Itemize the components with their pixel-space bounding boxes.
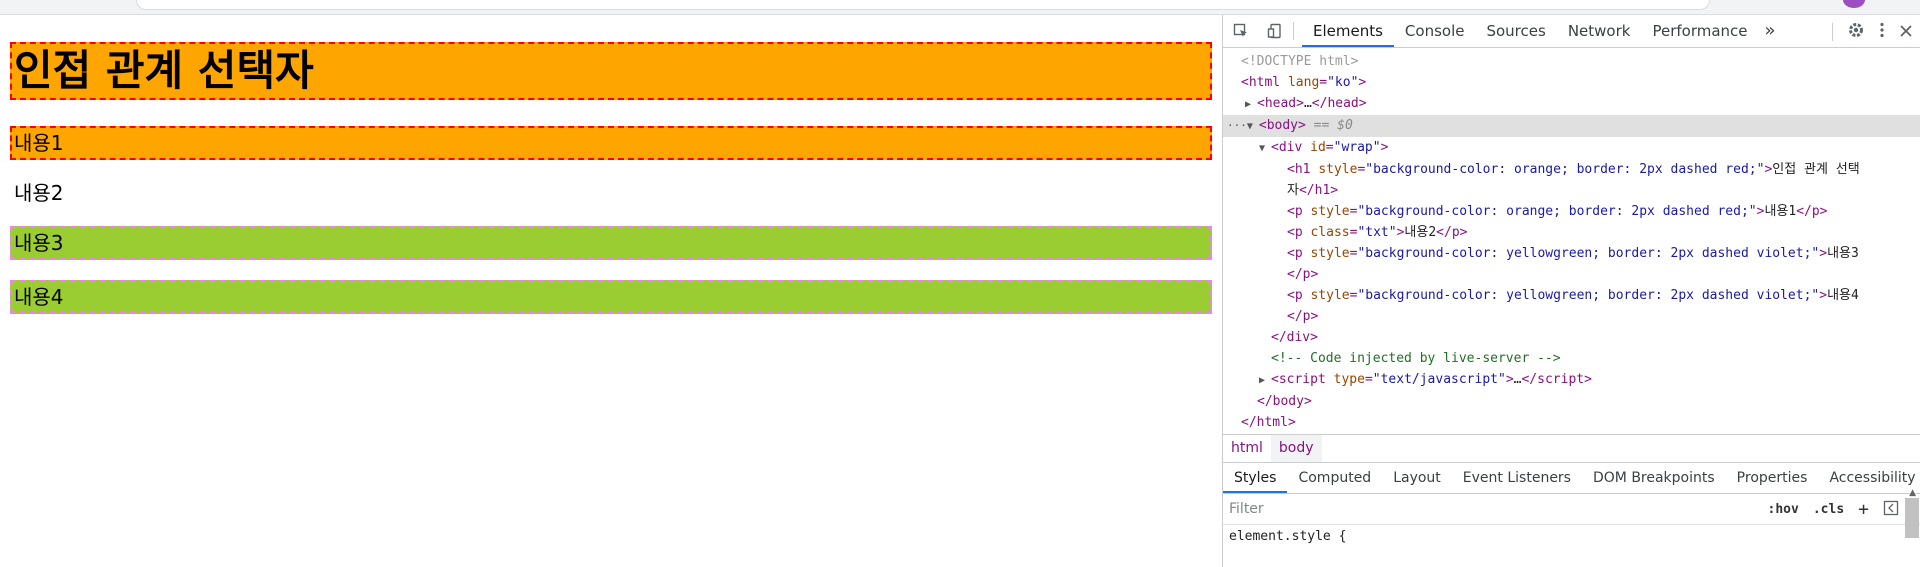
- p2-text: 내용2: [1404, 225, 1437, 240]
- styles-pane: element.style {: [1223, 525, 1920, 548]
- tab-performance[interactable]: Performance: [1641, 15, 1758, 47]
- tab-sources[interactable]: Sources: [1475, 15, 1556, 47]
- tab-network[interactable]: Network: [1557, 15, 1642, 47]
- styles-filter-input[interactable]: [1227, 496, 1731, 522]
- dom-line-doctype[interactable]: <!DOCTYPE html>: [1223, 51, 1920, 72]
- collapse-arrow-icon[interactable]: ▼: [1259, 138, 1271, 159]
- dom-line-body-close[interactable]: </body>: [1223, 391, 1920, 412]
- address-bar[interactable]: [136, 0, 1710, 10]
- p3-style-value: "background-color: yellowgreen; border: …: [1357, 246, 1820, 261]
- div-id-value: "wrap": [1333, 140, 1381, 155]
- actions-divider: [1832, 23, 1833, 41]
- tab-computed[interactable]: Computed: [1287, 463, 1382, 493]
- row-actions-ellipsis-icon[interactable]: ···: [1227, 119, 1247, 132]
- tab-dom-breakpoints[interactable]: DOM Breakpoints: [1582, 463, 1726, 493]
- dom-line-script[interactable]: ▶ <script type="text/javascript">…</scrip…: [1223, 369, 1920, 391]
- paragraph-4: 내용4: [10, 280, 1212, 314]
- browser-toolbar: [0, 0, 1920, 15]
- cls-toggle[interactable]: .cls: [1813, 502, 1844, 517]
- body-tag: body: [1266, 118, 1299, 133]
- paragraph-3: 내용3: [10, 226, 1212, 260]
- dom-line-h1[interactable]: <h1 style="background-color: orange; bor…: [1223, 159, 1920, 180]
- dom-line-p4-close[interactable]: </p>: [1223, 306, 1920, 327]
- toolbar-divider: [1293, 22, 1294, 40]
- script-type-value: "text/javascript": [1372, 372, 1506, 387]
- profile-avatar[interactable]: [1843, 0, 1865, 8]
- html-lang-value: "ko": [1327, 75, 1359, 90]
- doctype-text: <!DOCTYPE html>: [1241, 54, 1359, 69]
- filter-tools: :hov .cls +: [1768, 499, 1899, 520]
- dom-line-html[interactable]: <html lang="ko">: [1223, 72, 1920, 93]
- tab-accessibility[interactable]: Accessibility: [1818, 463, 1920, 493]
- dom-line-html-close[interactable]: </html>: [1223, 412, 1920, 433]
- p4-style-value: "background-color: yellowgreen; border: …: [1357, 288, 1820, 303]
- dom-line-p3-close[interactable]: </p>: [1223, 264, 1920, 285]
- p3-text: 내용3: [1827, 246, 1859, 261]
- toggle-sidebar-icon[interactable]: [1883, 500, 1899, 520]
- wrap-div: 인접 관계 선택자 내용1 내용2 내용3 내용4: [0, 42, 1222, 314]
- settings-gear-icon[interactable]: [1847, 21, 1865, 43]
- h1-style-value: "background-color: orange; border: 2px d…: [1365, 162, 1765, 177]
- div-id-attr: id: [1310, 140, 1326, 155]
- tab-event-listeners[interactable]: Event Listeners: [1452, 463, 1582, 493]
- html-lang-attr: lang: [1287, 75, 1320, 90]
- dom-tree: <!DOCTYPE html> <html lang="ko"> ▶ <head>…: [1223, 48, 1920, 434]
- expand-arrow-icon[interactable]: ▶: [1245, 94, 1257, 115]
- h1-text-wrap: 자: [1287, 183, 1299, 198]
- device-toolbar-icon[interactable]: [1265, 21, 1285, 41]
- p4-text: 내용4: [1827, 288, 1859, 303]
- live-server-comment: <!-- Code injected by live-server -->: [1271, 351, 1561, 366]
- dom-line-body[interactable]: ···▼ <body> == $0: [1223, 115, 1920, 137]
- dom-line-div-close[interactable]: </div>: [1223, 327, 1920, 348]
- page-heading: 인접 관계 선택자: [10, 42, 1212, 100]
- paragraph-2: 내용2: [14, 181, 64, 205]
- devtools-actions: [1832, 21, 1913, 43]
- dom-line-comment[interactable]: <!-- Code injected by live-server -->: [1223, 348, 1920, 369]
- more-tabs-icon[interactable]: »: [1759, 15, 1782, 47]
- dom-line-p4[interactable]: <p style="background-color: yellowgreen;…: [1223, 285, 1920, 306]
- p1-style-value: "background-color: orange; border: 2px d…: [1357, 204, 1757, 219]
- collapse-arrow-icon[interactable]: ▼: [1247, 116, 1259, 137]
- breadcrumb-body[interactable]: body: [1270, 435, 1322, 462]
- html-tag: html: [1248, 75, 1281, 90]
- devtools-tabbar: Elements Console Sources Network Perform…: [1223, 15, 1920, 48]
- inspect-element-icon[interactable]: [1231, 21, 1251, 41]
- dom-line-head[interactable]: ▶ <head>…</head>: [1223, 93, 1920, 115]
- add-rule-icon[interactable]: +: [1858, 499, 1869, 520]
- dom-line-p2[interactable]: <p class="txt">내용2</p>: [1223, 222, 1920, 243]
- p1-text: 내용1: [1764, 204, 1797, 219]
- styles-tabbar: Styles Computed Layout Event Listeners D…: [1223, 463, 1920, 494]
- page-viewport: 인접 관계 선택자 내용1 내용2 내용3 내용4: [0, 15, 1222, 567]
- close-devtools-icon[interactable]: [1899, 23, 1913, 42]
- devtools-panel: Elements Console Sources Network Perform…: [1222, 15, 1920, 567]
- styles-filter-bar: :hov .cls + ▲: [1223, 488, 1920, 538]
- scroll-up-arrow-icon[interactable]: ▲: [1909, 488, 1916, 498]
- tab-layout[interactable]: Layout: [1382, 463, 1452, 493]
- p2-class-value: "txt": [1357, 225, 1397, 240]
- dom-line-h1-cont[interactable]: 자</h1>: [1223, 180, 1920, 201]
- styles-scrollbar[interactable]: [1905, 498, 1919, 538]
- breadcrumb: html body: [1223, 434, 1920, 463]
- tab-elements[interactable]: Elements: [1302, 15, 1394, 47]
- paragraph-1: 내용1: [10, 126, 1212, 160]
- tab-properties[interactable]: Properties: [1726, 463, 1819, 493]
- tab-console[interactable]: Console: [1394, 15, 1476, 47]
- element-style-rule[interactable]: element.style {: [1229, 529, 1915, 544]
- hov-toggle[interactable]: :hov: [1768, 502, 1799, 517]
- dom-line-p1[interactable]: <p style="background-color: orange; bord…: [1223, 201, 1920, 222]
- kebab-menu-icon[interactable]: [1879, 21, 1885, 43]
- dom-line-div[interactable]: ▼ <div id="wrap">: [1223, 137, 1920, 159]
- selected-marker: == $0: [1313, 118, 1353, 133]
- h1-text: 인접 관계 선택: [1772, 162, 1860, 177]
- head-collapsed-ellipsis: …: [1303, 96, 1312, 111]
- dom-line-p3[interactable]: <p style="background-color: yellowgreen;…: [1223, 243, 1920, 264]
- breadcrumb-html[interactable]: html: [1223, 435, 1271, 462]
- expand-arrow-icon[interactable]: ▶: [1259, 370, 1271, 391]
- tab-styles[interactable]: Styles: [1223, 463, 1288, 493]
